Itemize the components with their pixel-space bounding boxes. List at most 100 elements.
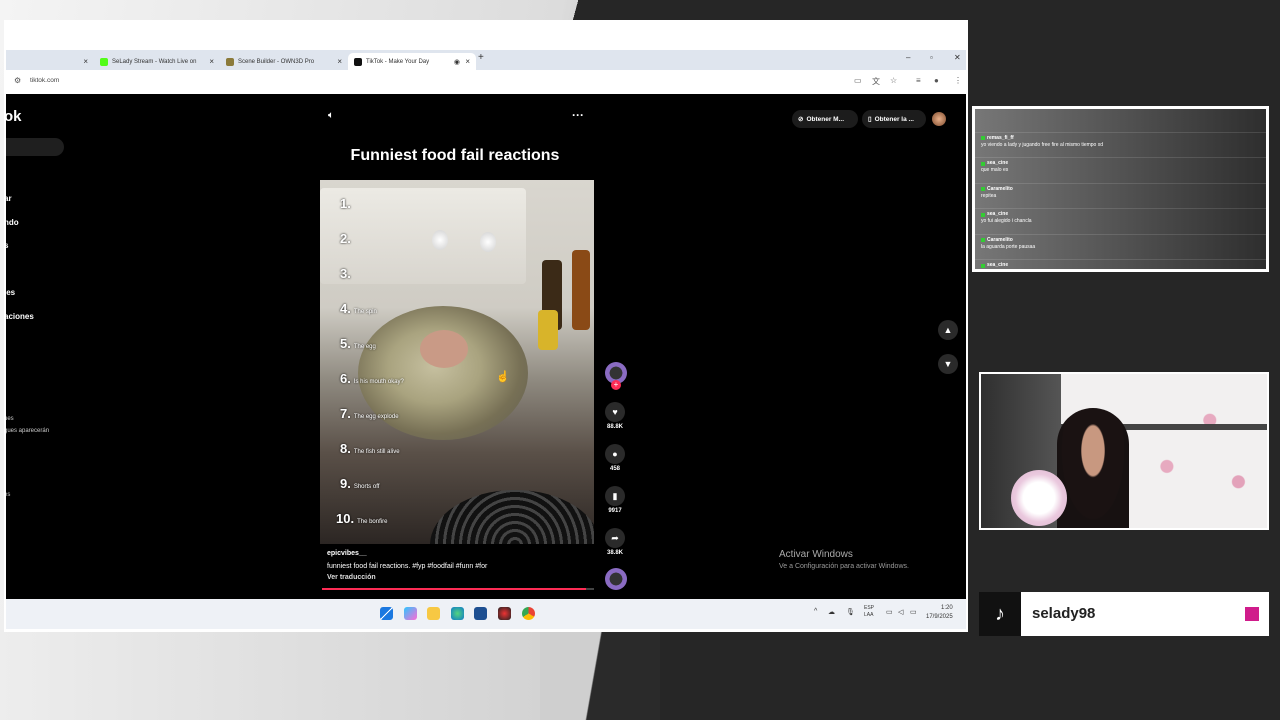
extensions-icon[interactable]: ≡ — [916, 76, 921, 85]
kick-icon — [100, 57, 108, 66]
chat-username: remas_fi_ff — [981, 135, 1103, 142]
search-input[interactable] — [6, 138, 64, 156]
tiktok-logo-icon: ♪ — [979, 592, 1021, 636]
edge-icon[interactable] — [451, 607, 464, 620]
menu-icon[interactable]: ⋮ — [954, 76, 962, 85]
list-item: 6. Is his mouth okay? — [340, 371, 404, 386]
copilot-icon[interactable] — [404, 607, 417, 620]
follow-button[interactable]: + — [611, 380, 621, 390]
minimize-icon[interactable]: – — [906, 53, 910, 62]
save-count: 9917 — [608, 508, 622, 514]
comment-button[interactable]: ● 458 — [605, 444, 625, 472]
close-icon[interactable]: × — [465, 57, 470, 66]
chat-username: sea_cine — [981, 262, 1008, 269]
video-progress[interactable] — [322, 588, 594, 590]
store-icon[interactable] — [474, 607, 487, 620]
close-icon[interactable]: × — [337, 57, 342, 66]
translate-icon[interactable]: 文 — [872, 76, 880, 87]
chat-text: yo viendo a lady y jugando free fire al … — [981, 141, 1104, 148]
close-window-icon[interactable]: ✕ — [954, 53, 961, 62]
browser-tab[interactable]: × — [6, 53, 94, 70]
sidebar-item[interactable]: jes — [6, 288, 15, 297]
chat-username: Caramelito — [981, 186, 1013, 193]
sidebar-item[interactable]: ar — [6, 194, 12, 203]
list-item: 2. — [340, 231, 351, 246]
new-tab-button[interactable]: + — [478, 52, 484, 63]
background-diagonal — [540, 630, 660, 720]
windows-taskbar: ^ ☁ 🎙︎ ESP LAA ▭ ◁ ▭ 1:20 17/9/2025 — [6, 599, 966, 629]
browser-tab-selady[interactable]: SeLady Stream - Watch Live on × — [94, 53, 220, 70]
url-field[interactable]: tiktok.com — [30, 77, 59, 84]
browser-tab-bar: × SeLady Stream - Watch Live on × Scene … — [6, 50, 966, 70]
webcam-feed — [981, 374, 1267, 528]
language-indicator[interactable]: ESP LAA — [864, 605, 874, 619]
list-item: 8. The fish still alive — [340, 441, 400, 456]
get-app-button[interactable]: ⊘ Obtener M... — [792, 110, 858, 128]
windows-start-icon[interactable] — [380, 607, 393, 620]
sidebar-item[interactable]: aciones — [6, 312, 34, 321]
save-button[interactable]: ▮ 9917 — [605, 486, 625, 514]
heart-icon: ♥ — [605, 402, 625, 422]
chat-overlay: remas_fi_ff yo viendo a lady y jugando fr… — [972, 106, 1269, 272]
close-icon[interactable]: × — [209, 57, 214, 66]
battery-icon[interactable]: ▭ — [910, 608, 917, 616]
chat-message: Caramelito repitea — [981, 186, 1013, 200]
music-disc[interactable] — [605, 568, 627, 590]
share-button[interactable]: ➦ 38.8K — [605, 528, 625, 556]
previous-video-button[interactable]: ▲ — [938, 320, 958, 340]
video-player[interactable]: 1. 2. 3. 4. The spin 5. The egg 6. Is his m… — [320, 180, 594, 544]
tiktok-username-badge: ♪ selady98 — [979, 592, 1269, 636]
chat-separator — [975, 157, 1266, 158]
chat-separator — [975, 259, 1266, 260]
chrome-icon[interactable] — [522, 607, 535, 620]
audio-icon[interactable]: ◉ — [454, 58, 460, 66]
chat-text: la aguarda porte pausaa — [981, 243, 1036, 250]
like-button[interactable]: ♥ 88.8K — [605, 402, 625, 430]
close-icon[interactable]: × — [83, 57, 88, 66]
see-translation-link[interactable]: Ver traducción — [327, 574, 376, 581]
profile-icon[interactable]: ● — [934, 76, 939, 85]
chevron-up-icon[interactable]: ^ — [814, 608, 817, 615]
chat-username: sea_cine — [981, 211, 1032, 218]
system-clock[interactable]: 1:20 17/9/2025 — [926, 604, 953, 622]
network-icon[interactable]: ▭ — [886, 608, 893, 616]
bookmark-icon: ▮ — [605, 486, 625, 506]
browser-tab-scene-builder[interactable]: Scene Builder - OWN3D Pro × — [220, 53, 348, 70]
cast-icon[interactable]: ▭ — [854, 76, 862, 85]
maximize-icon[interactable]: ▫ — [930, 53, 933, 62]
file-explorer-icon[interactable] — [427, 607, 440, 620]
bottle — [572, 250, 590, 330]
accent-square — [1245, 607, 1259, 621]
more-options-icon[interactable]: ··· — [572, 108, 584, 122]
sidebar-item[interactable]: ndo — [6, 218, 19, 227]
site-info-icon[interactable]: ⚙ — [14, 76, 21, 85]
chat-badge-icon — [981, 136, 985, 140]
chat-username: Caramelito — [981, 237, 1035, 244]
user-avatar[interactable] — [932, 112, 946, 126]
tiktok-page: ok ar ndo s jes aciones ues gues aparece… — [6, 94, 966, 599]
bookmark-star-icon[interactable]: ☆ — [890, 76, 897, 85]
author-name[interactable]: epicvibes__ — [327, 550, 367, 557]
sidebar-note: ues — [4, 416, 14, 422]
tiktok-logo[interactable]: ok — [6, 108, 22, 125]
cloud-icon[interactable]: ☁ — [828, 608, 835, 616]
captured-screen: × SeLady Stream - Watch Live on × Scene … — [4, 20, 968, 632]
get-desktop-button[interactable]: ▯ Obtener la ... — [862, 110, 926, 128]
sidebar-item[interactable]: s — [6, 241, 8, 250]
egg — [420, 330, 468, 368]
list-item: 9. Shorts off — [340, 476, 380, 491]
chat-text: yo fui alegido i chancla — [981, 218, 1032, 224]
video-caption: funniest food fail reactions. #fyp #food… — [327, 563, 488, 570]
stove-knob — [480, 232, 496, 252]
streamer — [1057, 408, 1129, 528]
stove-knob — [432, 230, 448, 250]
comment-count: 458 — [609, 466, 620, 472]
volume-icon[interactable]: 🔈︎ — [328, 110, 334, 121]
obs-icon[interactable] — [498, 607, 511, 620]
volume-icon[interactable]: ◁ — [898, 608, 903, 616]
browser-tab-tiktok[interactable]: TikTok - Make Your Day ◉ × — [348, 53, 476, 70]
chat-text: repitea — [981, 192, 997, 199]
next-video-button[interactable]: ▼ — [938, 354, 958, 374]
like-count: 88.8K — [606, 424, 623, 430]
mic-icon[interactable]: 🎙︎ — [846, 608, 855, 616]
